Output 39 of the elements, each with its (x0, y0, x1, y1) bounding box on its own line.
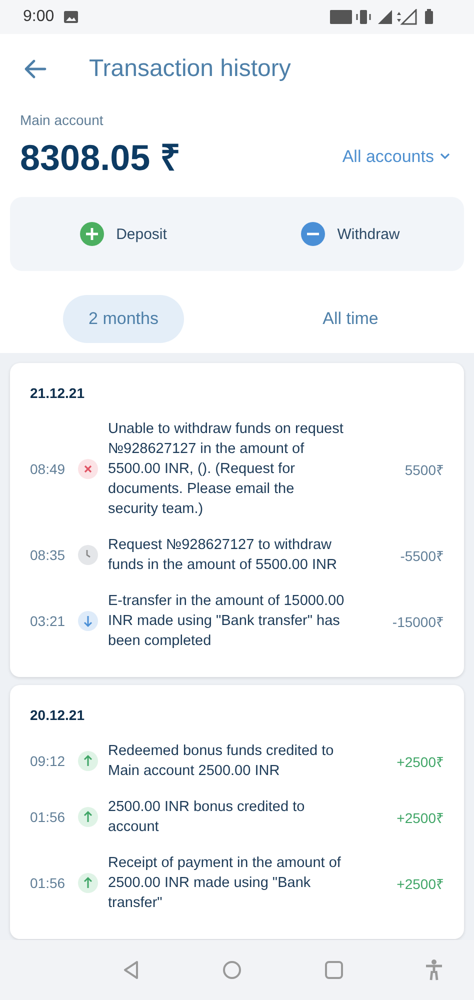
clock-icon (78, 545, 98, 565)
transaction-time: 08:49 (30, 461, 66, 477)
transaction-description: Redeemed bonus funds credited to Main account 2500.00 INR (108, 742, 335, 781)
transaction-amount: -15000₹ (391, 612, 444, 630)
page-title: Transaction history (89, 55, 291, 83)
transaction-amount: -5500₹ (399, 546, 444, 564)
account-label: Main account (20, 112, 104, 128)
transaction-description: Receipt of payment in the amount of 2500.00 INR made using "Bank transfer" (108, 854, 342, 913)
transaction-description: E-transfer in the amount of 15000.00 INR made using "Bank transfer" has been completed (108, 592, 346, 651)
date-heading: 21.12.21 (30, 385, 86, 401)
period-tab[interactable]: 2 months (63, 295, 184, 343)
deposit-button[interactable]: Deposit (10, 197, 237, 271)
transaction-amount: +2500₹ (396, 808, 444, 826)
status-time: 9:00 (23, 8, 54, 26)
image-icon (64, 11, 78, 23)
accessibility-icon[interactable] (425, 959, 444, 981)
date-heading: 20.12.21 (30, 707, 86, 723)
minus-icon (301, 222, 326, 246)
home-icon[interactable] (222, 960, 242, 980)
transaction-time: 01:56 (30, 875, 66, 891)
transaction-time: 03:21 (30, 613, 66, 629)
transaction-amount: +2500₹ (396, 752, 444, 770)
transaction-time: 01:56 (30, 809, 66, 825)
balance: 8308.05 ₹ (20, 136, 182, 180)
recents-icon[interactable] (324, 960, 344, 980)
withdraw-button[interactable]: Withdraw (237, 197, 464, 271)
transaction-time: 09:12 (30, 753, 66, 769)
cross-icon (78, 459, 98, 479)
transaction-amount: 5500₹ (404, 460, 444, 478)
back-arrow-icon[interactable] (23, 59, 47, 79)
chevron-down-icon (440, 153, 450, 160)
transaction-description: Unable to withdraw funds on request №928627127 in the amount of 5500.00 INR, (). (Request for documents. Please email the security team.) (108, 420, 344, 519)
plus-icon (80, 222, 104, 246)
transaction-description: 2500.00 INR bonus credited to account (108, 798, 306, 837)
transaction-amount: +2500₹ (396, 874, 444, 892)
period-tab[interactable]: All time (290, 295, 411, 343)
accounts-dropdown[interactable]: All accounts (342, 146, 454, 166)
transaction-time: 08:35 (30, 547, 66, 563)
transaction-description: Request №928627127 to withdraw funds in the amount of 5500.00 INR (108, 536, 338, 575)
